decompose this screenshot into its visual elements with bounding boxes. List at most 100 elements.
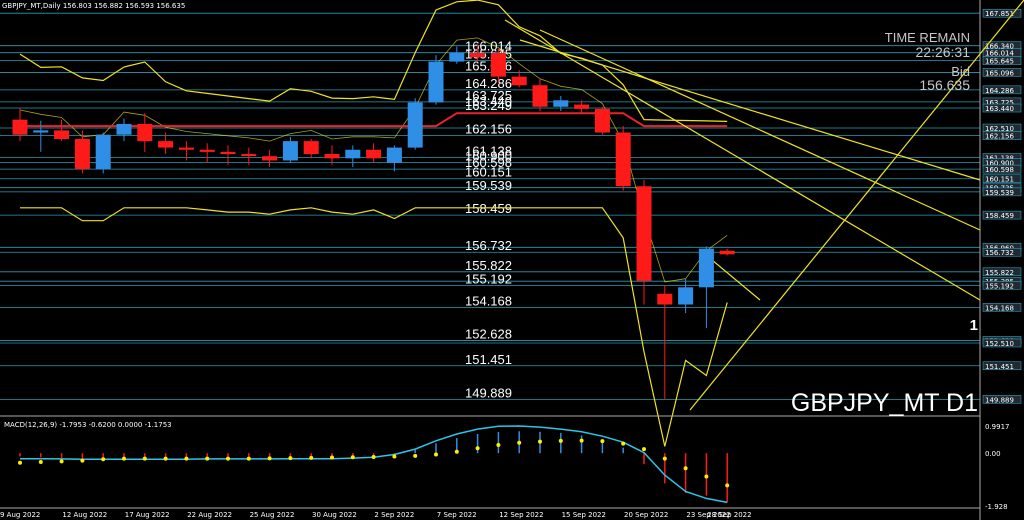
time-remain-value: 22:26:31 <box>916 44 971 60</box>
x-axis-label: 12 Aug 2022 <box>62 511 107 519</box>
level-label: 158.459 <box>465 201 512 216</box>
candle-body <box>698 248 714 288</box>
candle-body <box>345 149 361 159</box>
candle-body <box>366 149 382 159</box>
macd-signal-dot <box>475 446 480 451</box>
candle-body <box>511 76 527 86</box>
macd-signal-dot <box>371 455 376 460</box>
axis-label: 165.096 <box>985 69 1014 77</box>
x-axis-label: 22 Aug 2022 <box>187 511 232 519</box>
candle-body <box>574 104 590 109</box>
candle-body <box>54 130 70 139</box>
macd-signal-dot <box>122 456 126 461</box>
macd-signal-dot <box>288 456 293 461</box>
axis-label: 164.286 <box>985 87 1014 95</box>
macd-signal-dot <box>683 466 688 471</box>
macd-signal-dot <box>538 439 542 444</box>
axis-label: 163.440 <box>985 105 1014 113</box>
macd-signal-dot <box>434 452 438 457</box>
macd-signal-dot <box>558 438 563 443</box>
macd-signal-dot <box>163 456 168 461</box>
level-label: 154.168 <box>465 293 512 308</box>
candle-body <box>116 123 132 135</box>
candle-body <box>282 141 298 161</box>
macd-label: MACD(12,26,9) -1.7953 -0.6200 0.0000 -1.… <box>4 421 172 429</box>
macd-signal-dot <box>330 455 334 460</box>
axis-label: 152.510 <box>985 340 1014 348</box>
macd-signal-dot <box>454 449 459 454</box>
bid-value: 156.635 <box>919 77 970 93</box>
macd-signal-dot <box>205 456 210 461</box>
macd-signal-dot <box>413 453 418 458</box>
x-axis-label: 30 Aug 2022 <box>312 511 357 519</box>
candle-body <box>719 250 735 255</box>
axis-label: 156.732 <box>985 249 1014 257</box>
level-label: 159.539 <box>465 178 512 193</box>
candle-body <box>220 151 236 155</box>
macd-signal-dot <box>18 460 22 465</box>
candle-body <box>636 186 652 281</box>
macd-signal-dot <box>392 454 397 459</box>
macd-axis-label: 0.00 <box>985 450 1001 458</box>
level-marker: 1 <box>970 317 978 334</box>
candle-body <box>199 149 215 152</box>
x-axis-label: 28 Sep 2022 <box>707 511 751 519</box>
macd-signal-dot <box>59 459 64 464</box>
x-axis-label: 15 Sep 2022 <box>562 511 606 519</box>
axis-label: 154.168 <box>985 304 1014 312</box>
x-axis-label: 20 Sep 2022 <box>624 511 668 519</box>
axis-label: 160.151 <box>985 176 1014 184</box>
axis-label: 165.645 <box>985 58 1014 66</box>
macd-signal-dot <box>621 441 626 446</box>
candle-body <box>386 147 402 163</box>
candle-body <box>74 138 90 170</box>
candle-body <box>615 132 631 187</box>
macd-signal-dot <box>38 459 43 464</box>
level-label: 163.440 <box>465 94 512 109</box>
candle-body <box>678 287 694 305</box>
macd-axis-label: -1.928 <box>985 503 1008 511</box>
macd-signal-dot <box>579 438 584 443</box>
candle-body <box>532 85 548 107</box>
macd-signal-dot <box>496 442 501 447</box>
candle-body <box>657 293 673 305</box>
macd-signal-dot <box>142 456 147 461</box>
macd-signal-dot <box>662 456 667 461</box>
level-label: 151.451 <box>465 352 512 367</box>
axis-label: 151.451 <box>985 363 1014 371</box>
macd-signal-dot <box>246 456 251 461</box>
candle-body <box>470 52 486 58</box>
macd-signal-dot <box>309 455 314 460</box>
axis-label: 162.156 <box>985 133 1014 141</box>
candle-body <box>12 119 28 135</box>
macd-signal-dot <box>267 456 272 461</box>
candle-body <box>241 154 257 157</box>
price-chart[interactable]: 167.851166.340166.014165.645165.096164.2… <box>0 0 1024 520</box>
symbol-watermark: GBPJPY_MT D1 <box>791 389 978 417</box>
macd-signal-dot <box>101 457 106 462</box>
candle-body <box>303 141 319 155</box>
level-label: 156.732 <box>465 238 512 253</box>
macd-axis-label: 0.9917 <box>985 423 1010 431</box>
candle-body <box>594 108 610 133</box>
macd-signal-dot <box>704 474 709 479</box>
axis-label: 155.192 <box>985 282 1014 290</box>
candle-body <box>178 147 194 150</box>
macd-signal-dot <box>350 455 355 460</box>
x-axis-label: 2 Sep 2022 <box>374 511 414 519</box>
candle-body <box>428 61 444 103</box>
x-axis-label: 17 Aug 2022 <box>125 511 170 519</box>
candle-body <box>158 141 174 148</box>
time-remain-label: TIME REMAIN <box>885 30 970 45</box>
symbol-header: GBPJPY_MT,Daily 156.803 156.882 156.593 … <box>2 2 185 10</box>
level-label: 152.628 <box>465 326 512 341</box>
x-axis-label: 25 Aug 2022 <box>250 511 295 519</box>
candle-body <box>95 134 111 170</box>
candle-body <box>553 100 569 107</box>
level-label: 162.156 <box>465 122 512 137</box>
macd-signal-dot <box>642 447 646 452</box>
macd-signal-dot <box>725 483 730 488</box>
x-axis-label: 7 Sep 2022 <box>437 511 477 519</box>
macd-signal-dot <box>226 456 230 461</box>
macd-signal-dot <box>600 439 605 444</box>
